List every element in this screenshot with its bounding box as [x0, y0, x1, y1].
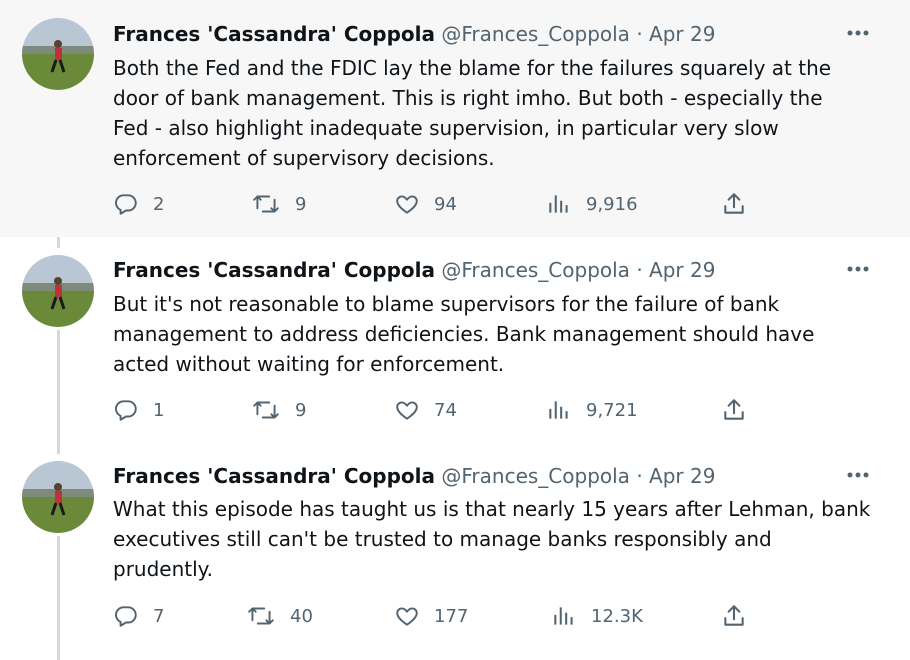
- handle[interactable]: @Frances_Coppola: [441, 464, 630, 488]
- share-button[interactable]: [721, 191, 747, 217]
- reply-button[interactable]: 2: [113, 191, 164, 217]
- avatar[interactable]: [22, 461, 94, 533]
- display-name[interactable]: Frances 'Cassandra' Coppola: [113, 464, 435, 488]
- views-icon: [551, 603, 577, 629]
- tweet[interactable]: Frances 'Cassandra' Coppola @Frances_Cop…: [0, 237, 910, 443]
- tweet-text-line: management to address deficiencies. Bank…: [113, 322, 815, 346]
- heart-icon: [394, 603, 420, 629]
- like-count: 177: [434, 605, 469, 627]
- tweet-text-line: acted without waiting for enforcement.: [113, 352, 505, 376]
- views-button[interactable]: 12.3K: [551, 603, 643, 629]
- heart-icon: [394, 191, 420, 217]
- tweet-text-line: door of bank management. This is right i…: [113, 86, 823, 110]
- separator: ·: [636, 464, 643, 488]
- reply-icon: [113, 397, 139, 423]
- retweet-button[interactable]: 9: [251, 191, 306, 217]
- like-count: 74: [434, 399, 457, 421]
- timestamp[interactable]: Apr 29: [649, 258, 715, 282]
- retweet-button[interactable]: 40: [246, 603, 313, 629]
- view-count: 9,721: [586, 399, 638, 421]
- like-count: 94: [434, 193, 457, 215]
- reply-button[interactable]: 1: [113, 397, 164, 423]
- timestamp[interactable]: Apr 29: [649, 22, 715, 46]
- tweet-text-line: Fed - also highlight inadequate supervis…: [113, 116, 779, 140]
- share-icon: [721, 603, 747, 629]
- views-icon: [546, 191, 572, 217]
- reply-count: 2: [153, 193, 165, 215]
- tweet-text-line: Both the Fed and the FDIC lay the blame …: [113, 56, 832, 80]
- more-icon[interactable]: [845, 261, 871, 277]
- views-icon: [546, 397, 572, 423]
- reply-icon: [113, 191, 139, 217]
- tweet-text-line: prudently.: [113, 557, 214, 581]
- reply-count: 1: [153, 399, 165, 421]
- like-button[interactable]: 94: [394, 191, 457, 217]
- tweet[interactable]: Frances 'Cassandra' Coppola @Frances_Cop…: [0, 443, 910, 660]
- avatar[interactable]: [22, 255, 94, 327]
- separator: ·: [636, 258, 643, 282]
- tweet[interactable]: Frances 'Cassandra' Coppola @Frances_Cop…: [0, 0, 910, 237]
- like-button[interactable]: 177: [394, 603, 468, 629]
- more-icon[interactable]: [845, 467, 871, 483]
- reply-count: 7: [153, 605, 165, 627]
- timestamp[interactable]: Apr 29: [649, 464, 715, 488]
- share-button[interactable]: [721, 603, 747, 629]
- view-count: 9,916: [586, 193, 638, 215]
- retweet-icon: [246, 603, 276, 629]
- like-button[interactable]: 74: [394, 397, 457, 423]
- reply-icon: [113, 603, 139, 629]
- tweet-text: What this episode has taught us is that …: [113, 494, 883, 584]
- reply-button[interactable]: 7: [113, 603, 164, 629]
- display-name[interactable]: Frances 'Cassandra' Coppola: [113, 22, 435, 46]
- heart-icon: [394, 397, 420, 423]
- tweet-text: Both the Fed and the FDIC lay the blame …: [113, 53, 883, 173]
- more-icon[interactable]: [845, 25, 871, 41]
- tweet-text-line: But it's not reasonable to blame supervi…: [113, 292, 780, 316]
- share-button[interactable]: [721, 397, 747, 423]
- handle[interactable]: @Frances_Coppola: [441, 258, 630, 282]
- tweet-text-line: executives still can't be trusted to man…: [113, 527, 772, 551]
- tweet-text-line: What this episode has taught us is that …: [113, 497, 871, 521]
- tweet-text: But it's not reasonable to blame supervi…: [113, 289, 883, 379]
- share-icon: [721, 397, 747, 423]
- tweet-text-line: enforcement of supervisory decisions.: [113, 146, 495, 170]
- avatar[interactable]: [22, 18, 94, 90]
- handle[interactable]: @Frances_Coppola: [441, 22, 630, 46]
- view-count: 12.3K: [591, 605, 643, 627]
- share-icon: [721, 191, 747, 217]
- retweet-count: 40: [290, 605, 313, 627]
- retweet-count: 9: [295, 193, 307, 215]
- retweet-icon: [251, 191, 281, 217]
- views-button[interactable]: 9,721: [546, 397, 638, 423]
- retweet-icon: [251, 397, 281, 423]
- display-name[interactable]: Frances 'Cassandra' Coppola: [113, 258, 435, 282]
- retweet-count: 9: [295, 399, 307, 421]
- separator: ·: [636, 22, 643, 46]
- views-button[interactable]: 9,916: [546, 191, 638, 217]
- retweet-button[interactable]: 9: [251, 397, 306, 423]
